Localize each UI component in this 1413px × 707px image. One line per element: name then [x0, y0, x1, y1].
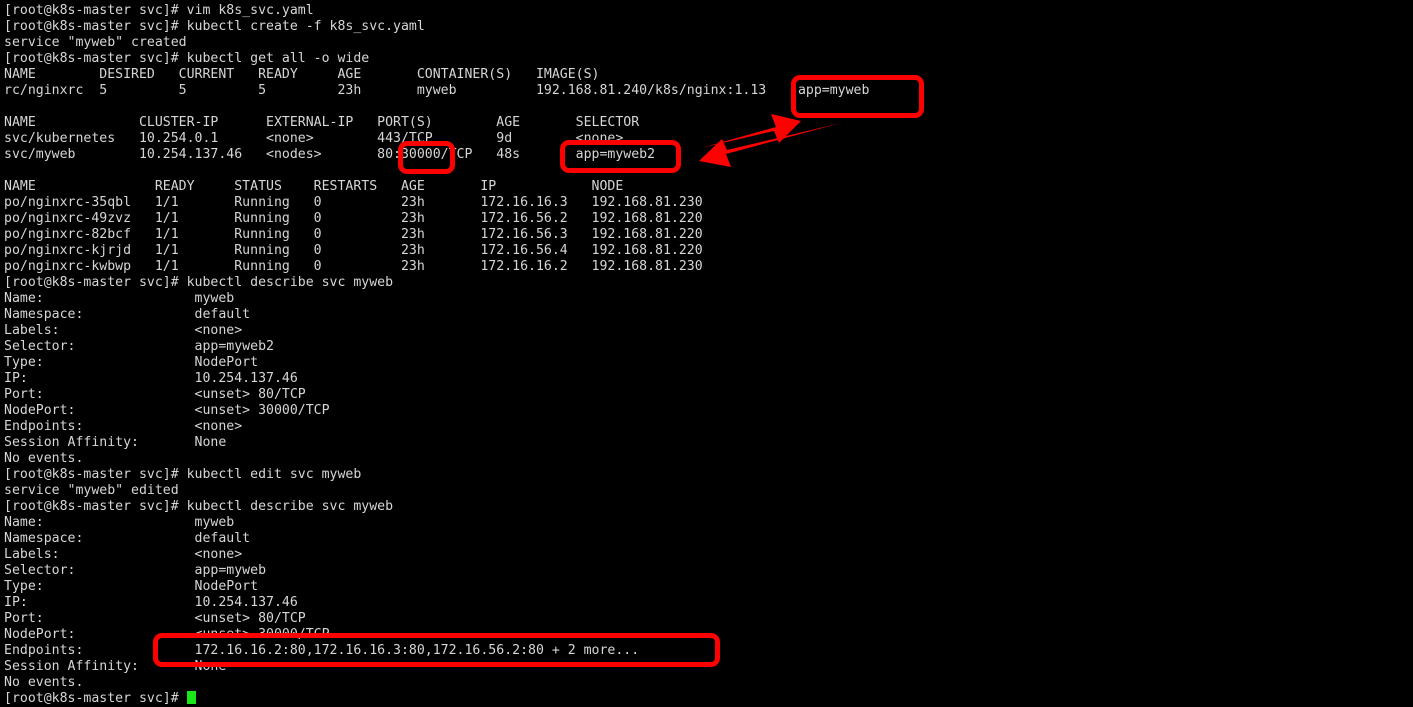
terminal-line: [root@k8s-master svc]# kubectl edit svc …	[4, 467, 362, 482]
terminal-line: Session Affinity: None	[4, 659, 227, 674]
terminal-line: Type: NodePort	[4, 355, 259, 370]
terminal-line: IP: 10.254.137.46	[4, 371, 298, 386]
terminal-line: Namespace: default	[4, 531, 251, 546]
terminal-line: Name: myweb	[4, 515, 235, 530]
terminal-line: svc/kubernetes 10.254.0.1 <none> 443/TCP…	[4, 131, 624, 146]
terminal-line: Selector: app=myweb2	[4, 339, 274, 354]
terminal-line: Port: <unset> 80/TCP	[4, 387, 306, 402]
terminal-line: service "myweb" edited	[4, 483, 179, 498]
terminal-line: No events.	[4, 675, 84, 690]
terminal-line: NAME DESIRED CURRENT READY AGE CONTAINER…	[4, 67, 600, 82]
terminal-line: [root@k8s-master svc]# kubectl describe …	[4, 499, 394, 514]
terminal-line: [root@k8s-master svc]# vim k8s_svc.yaml	[4, 3, 314, 18]
terminal-cursor	[186, 691, 196, 704]
terminal-line: Labels: <none>	[4, 547, 243, 562]
terminal-line: No events.	[4, 451, 84, 466]
terminal-line: Name: myweb	[4, 291, 235, 306]
terminal-line: NAME CLUSTER-IP EXTERNAL-IP PORT(S) AGE …	[4, 115, 640, 130]
terminal-line: Labels: <none>	[4, 323, 243, 338]
terminal-line: svc/myweb 10.254.137.46 <nodes> 80:30000…	[4, 147, 656, 162]
terminal-line: rc/nginxrc 5 5 5 23h myweb 192.168.81.24…	[4, 83, 870, 98]
shell-prompt: [root@k8s-master svc]#	[4, 691, 187, 706]
terminal-line: [root@k8s-master svc]# kubectl describe …	[4, 275, 394, 290]
terminal-line: NodePort: <unset> 30000/TCP	[4, 403, 330, 418]
terminal-line: po/nginxrc-kjrjd 1/1 Running 0 23h 172.1…	[4, 243, 703, 258]
terminal-line: service "myweb" created	[4, 35, 187, 50]
terminal-line: Type: NodePort	[4, 579, 259, 594]
terminal-line: [root@k8s-master svc]# kubectl get all -…	[4, 51, 370, 66]
terminal-line: Endpoints: <none>	[4, 419, 243, 434]
terminal-line: NAME READY STATUS RESTARTS AGE IP NODE	[4, 179, 624, 194]
terminal-prompt-line[interactable]: [root@k8s-master svc]#	[4, 691, 1413, 707]
terminal-line: po/nginxrc-35qbl 1/1 Running 0 23h 172.1…	[4, 195, 703, 210]
terminal-line: Port: <unset> 80/TCP	[4, 611, 306, 626]
terminal-line: IP: 10.254.137.46	[4, 595, 298, 610]
terminal-line: po/nginxrc-kwbwp 1/1 Running 0 23h 172.1…	[4, 259, 703, 274]
terminal-line: [root@k8s-master svc]# kubectl create -f…	[4, 19, 425, 34]
terminal-window[interactable]: [root@k8s-master svc]# vim k8s_svc.yaml[…	[0, 0, 1413, 706]
terminal-line: Session Affinity: None	[4, 435, 227, 450]
terminal-line: Namespace: default	[4, 307, 251, 322]
terminal-line: NodePort: <unset> 30000/TCP	[4, 627, 330, 642]
terminal-line: Endpoints: 172.16.16.2:80,172.16.16.3:80…	[4, 643, 640, 658]
terminal-line: Selector: app=myweb	[4, 563, 267, 578]
terminal-line: po/nginxrc-82bcf 1/1 Running 0 23h 172.1…	[4, 227, 703, 242]
terminal-line: po/nginxrc-49zvz 1/1 Running 0 23h 172.1…	[4, 211, 703, 226]
